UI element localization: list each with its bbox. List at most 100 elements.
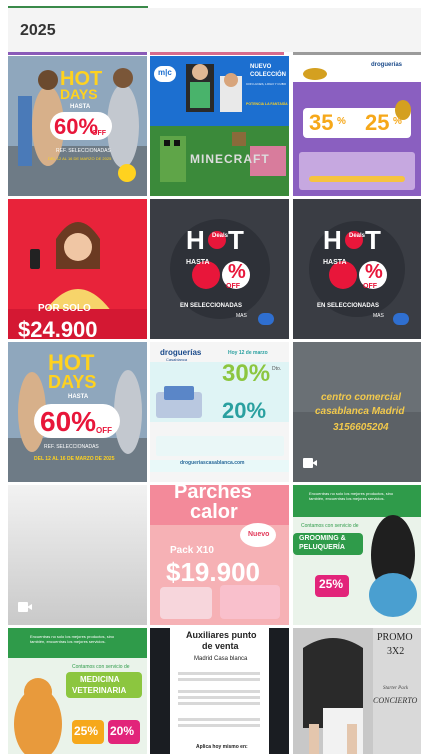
auxiliares-apply: Aplica hoy mismo en: [196, 744, 248, 750]
discount-30: 30% [222, 360, 271, 387]
centro-line-1: centro comercial [321, 392, 402, 403]
discount-20: 20% [222, 398, 267, 423]
post-tile-auxiliares[interactable]: Auxiliares punto de venta Madrid Casa bl… [150, 628, 289, 754]
concierto-label: CONCIERTO [373, 696, 418, 705]
por-solo-price: $24.900 [18, 317, 98, 339]
discount-35-unit: % [337, 116, 346, 127]
tab-indicator-pink [150, 52, 284, 55]
post-tile-centro-comercial[interactable]: centro comercial casablanca Madrid 31566… [293, 342, 421, 482]
dates-label: DEL 12 AL 16 DE MARZO DE 2025 [34, 456, 115, 462]
hasta-label: HASTA [68, 394, 89, 400]
droguerias-logo: droguerías [160, 348, 202, 357]
post-tile-parches-calor[interactable]: Parches calor Nuevo Pack X10 $19.900 [150, 485, 289, 625]
grooming-contamos: Contamos con servicio de [301, 523, 359, 529]
discount-25-unit: % [393, 116, 402, 127]
year-label: 2025 [20, 22, 56, 39]
hot-deals-en: EN SELECCIONADAS [180, 303, 243, 309]
grooming-header: Encuentras no solo los mejores productos… [309, 491, 394, 501]
ref-label: REF. SELECCIONADAS [44, 444, 99, 450]
coleccion-subtitle: CON LUCES, LOGO Y CUBO [246, 82, 287, 86]
post-tile-minecraft[interactable]: m|c NUEVO COLECCIÓN CON LUCES, LOGO Y CU… [150, 56, 289, 196]
hoy-label: Hoy 12 de marzo [228, 350, 268, 356]
post-tile-grooming[interactable]: Encuentras no solo los mejores productos… [293, 485, 421, 625]
nuevo-label: NUEVO [250, 64, 272, 70]
post-tile-hot-days[interactable]: HOT DAYS HASTA 60% OFF REF. SELECCIONADA… [8, 56, 147, 196]
gallery-page: 2025 HOT DAYS HASTA 60% OFF REF. SELECCI [0, 0, 428, 754]
promo-3x2-label: 3X2 [387, 646, 405, 657]
video-icon [18, 602, 32, 612]
discount-off: OFF [96, 426, 112, 435]
hasta-label: HASTA [70, 104, 91, 110]
vet-service-1: MEDICINA [80, 675, 120, 684]
post-tile-por-solo[interactable]: POR SOLO $24.900 [8, 199, 147, 339]
hot-deals-mas: MAS [373, 313, 384, 319]
vet-discount-20: 20% [110, 724, 135, 738]
hot-deals-off: OFF [363, 283, 377, 290]
ref-label: REF. SELECCIONADAS [56, 148, 111, 154]
tab-indicator-purple [8, 52, 147, 55]
days-label: DAYS [60, 86, 98, 102]
hot-deals-t: T [228, 225, 244, 255]
parches-title-2: calor [190, 501, 238, 523]
days-label: DAYS [48, 372, 97, 392]
hot-deals-hasta: HASTA [323, 259, 347, 266]
year-header: 2025 [8, 8, 421, 52]
centro-phone: 3156605204 [333, 422, 389, 433]
hot-deals-deals: Deals [349, 233, 366, 239]
post-tile-veterinaria[interactable]: Encuentras no solo los mejores productos… [8, 628, 147, 754]
promo-label: PROMO [377, 632, 413, 643]
video-icon [303, 458, 317, 468]
grooming-background [293, 485, 421, 625]
hot-deals-t: T [365, 225, 381, 255]
tab-indicator-row [8, 52, 421, 55]
post-tile-drogueria[interactable]: droguerías Casablanca Hoy 12 de marzo 30… [150, 342, 289, 482]
discount-25: 25 [365, 110, 390, 135]
post-tile-promo-35[interactable]: droguerías 35 % 25 % [293, 56, 421, 196]
droguerias-sublogo: Casablanca [166, 357, 188, 362]
centro-line-2: casablanca Madrid [315, 406, 405, 417]
vet-header: Encuentras no solo los mejores productos… [30, 634, 115, 644]
brand-logo-icon [118, 164, 136, 182]
hot-deals-h: H [323, 225, 342, 255]
drogueria-url: drogueriascasablanca.com [180, 460, 245, 466]
hot-deals-h: H [186, 225, 205, 255]
hot-deals-hasta: HASTA [186, 259, 210, 266]
grooming-service-1: GROOMING & [299, 535, 346, 542]
hot-deals-pct: % [365, 261, 383, 283]
store-badge-icon [258, 313, 274, 325]
vet-discount-25: 25% [74, 724, 99, 738]
por-solo-label: POR SOLO [38, 303, 91, 314]
discount-off: OFF [92, 130, 106, 137]
hot-deals-off: OFF [226, 283, 240, 290]
minecraft-title: MINECRAFT [190, 152, 270, 166]
post-tile-hot-deals-2[interactable]: H Deals T HASTA % OFF EN SELECCIONADAS M… [293, 199, 421, 339]
store-logo-text: m|c [158, 68, 172, 77]
grooming-discount: 25% [319, 577, 344, 591]
dates-label: DEL 12 AL 16 DE MARZO DE 2025 [48, 156, 112, 161]
tab-indicator-gray [293, 52, 421, 55]
post-tile-hot-days-2[interactable]: HOT DAYS HASTA 60% OFF REF. SELECCIONADA… [8, 342, 147, 482]
starter-pack-label: Starter Pack [383, 686, 409, 691]
pack-label: Pack X10 [170, 545, 214, 556]
auxiliares-location: Madrid Casa blanca [194, 656, 248, 662]
discount-35: 35 [309, 110, 334, 135]
nuevo-badge: Nuevo [248, 531, 270, 538]
droguerias-logo: droguerías [371, 62, 403, 68]
auxiliares-title-1: Auxiliares punto [186, 630, 257, 640]
post-tile-promo-3x2[interactable]: PROMO 3X2 Starter Pack CONCIERTO [293, 628, 421, 754]
discount-percent: 60% [40, 406, 97, 437]
post-tile-video-blank[interactable] [8, 485, 147, 625]
hot-deals-mas: MAS [236, 313, 247, 319]
vet-contamos: Contamos con servicio de [72, 664, 130, 670]
hot-deals-en: EN SELECCIONADAS [317, 303, 380, 309]
fantasia-label: POTENCIA LA FANTASÍA [246, 102, 288, 106]
grooming-service-2: PELUQUERÍA [299, 544, 345, 551]
vet-service-2: VETERINARIA [72, 686, 127, 695]
store-badge-icon [393, 313, 409, 325]
post-tile-hot-deals-1[interactable]: H Deals T HASTA % OFF EN SELECCIONADAS M… [150, 199, 289, 339]
hot-deals-deals: Deals [212, 233, 229, 239]
coleccion-label: COLECCIÓN [250, 72, 286, 78]
auxiliares-title-2: de venta [202, 641, 239, 651]
hot-deals-pct: % [228, 261, 246, 283]
parches-price: $19.900 [166, 557, 260, 587]
